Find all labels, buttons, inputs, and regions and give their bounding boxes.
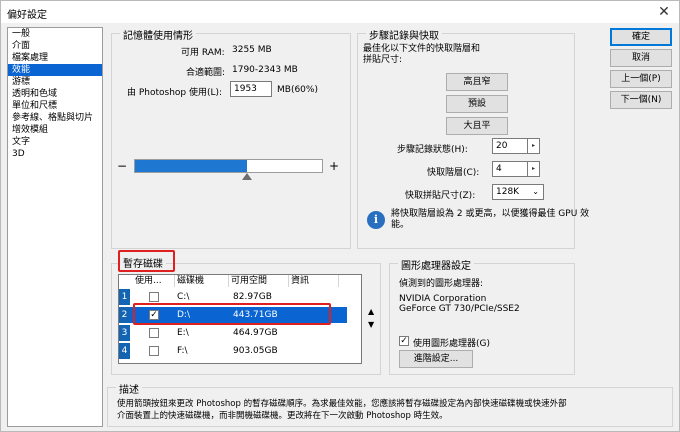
range-label: 合適範圍:: [186, 68, 226, 78]
big-flat-button[interactable]: 大且平: [446, 117, 508, 135]
sidebar-item[interactable]: 參考線、格點與切片: [8, 112, 102, 124]
sidebar-item[interactable]: 增效模組: [8, 124, 102, 136]
memory-usage-group: 記憶體使用情形: [111, 27, 351, 249]
column-header[interactable]: 使用...: [133, 275, 175, 287]
chevron-down-icon: ⌄: [532, 187, 539, 196]
cache-levels-input[interactable]: 4: [492, 161, 528, 177]
use-drive-checkbox[interactable]: [149, 328, 159, 338]
optimize-text: 最佳化以下文件的快取階層和 拼貼尺寸:: [363, 44, 481, 65]
slider-plus-icon[interactable]: +: [329, 159, 339, 173]
cache-levels-spin-icon[interactable]: ▸: [528, 161, 540, 177]
history-legend: 步驟記錄與快取: [366, 27, 442, 42]
ram-label: 可用 RAM:: [181, 48, 225, 58]
range-value: 1790-2343 MB: [232, 65, 298, 75]
tile-size-select[interactable]: 128K ⌄: [492, 184, 544, 200]
history-states-input[interactable]: 20: [492, 138, 528, 154]
memory-legend: 記憶體使用情形: [120, 27, 196, 42]
drive-name: C:\: [177, 292, 190, 302]
window-title: 偏好設定: [7, 10, 47, 21]
selected-row-highlight: [133, 303, 331, 325]
next-button[interactable]: 下一個(N): [610, 91, 672, 109]
sidebar-item[interactable]: 介面: [8, 40, 102, 52]
table-row[interactable]: 4 F:\ 903.05GB: [119, 343, 347, 359]
use-label: 由 Photoshop 使用(L):: [127, 88, 223, 98]
prev-button[interactable]: 上一個(P): [610, 70, 672, 88]
slider-minus-icon[interactable]: −: [117, 159, 127, 173]
default-button[interactable]: 預設: [446, 95, 508, 113]
advanced-settings-button[interactable]: 進階設定...: [399, 350, 473, 368]
column-header[interactable]: 磁碟機: [175, 275, 229, 287]
cancel-button[interactable]: 取消: [610, 49, 672, 67]
tile-size-label: 快取拼貼尺寸(Z):: [405, 191, 476, 201]
description-legend: 描述: [116, 381, 142, 396]
memory-use-input[interactable]: 1953: [230, 81, 272, 97]
sidebar-item[interactable]: 一般: [8, 28, 102, 40]
column-header[interactable]: 資訊: [289, 275, 339, 287]
drive-name: F:\: [177, 346, 188, 356]
gpu-vendor: NVIDIA Corporation: [399, 294, 487, 304]
history-states-spin-icon[interactable]: ▸: [528, 138, 540, 154]
table-row[interactable]: 3 E:\ 464.97GB: [119, 325, 347, 341]
row-number: 2: [119, 307, 130, 323]
title-bar: 偏好設定 ✕: [1, 1, 679, 23]
free-space: 464.97GB: [233, 328, 278, 338]
free-space: 82.97GB: [233, 292, 272, 302]
history-states-label: 步驟記錄狀態(H):: [397, 145, 468, 155]
row-number: 4: [119, 343, 130, 359]
category-list: 一般 介面 檔案處理 效能 游標 透明和色域 單位和尺標 參考線、格點與切片 增效模組 文字 3D: [7, 27, 103, 427]
use-drive-checkbox[interactable]: [149, 346, 159, 356]
memory-slider-track[interactable]: [134, 159, 323, 173]
sidebar-item[interactable]: 3D: [8, 148, 102, 160]
use-gpu-checkbox[interactable]: ✓: [399, 336, 409, 346]
ram-value: 3255 MB: [232, 45, 272, 55]
free-space: 903.05GB: [233, 346, 278, 356]
sidebar-item[interactable]: 單位和尺標: [8, 100, 102, 112]
close-icon[interactable]: ✕: [655, 3, 673, 21]
use-gpu-label: 使用圖形處理器(G): [413, 339, 490, 349]
drive-name: E:\: [177, 328, 189, 338]
scratch-legend-highlight: [118, 250, 175, 272]
row-number: 1: [119, 289, 130, 305]
memory-slider-thumb[interactable]: [242, 173, 252, 180]
ok-button[interactable]: 確定: [610, 28, 672, 46]
tile-size-value: 128K: [496, 187, 520, 197]
detected-gpu-label: 偵測到的圖形處理器:: [399, 279, 484, 289]
description-line-2: 介面裝置上的快速磁碟機，而非開機磁碟機。更改將在下一次啟動 Photoshop …: [117, 411, 448, 421]
cache-levels-label: 快取階層(C):: [427, 168, 480, 178]
description-line-1: 使用箭頭按鈕來更改 Photoshop 的暫存磁碟順序。為求最佳效能，您應該將暫…: [117, 399, 567, 409]
column-header[interactable]: 可用空間: [229, 275, 289, 287]
use-drive-checkbox[interactable]: [149, 292, 159, 302]
move-up-icon[interactable]: ▲: [368, 307, 374, 316]
sidebar-item[interactable]: 文字: [8, 136, 102, 148]
preferences-dialog: 偏好設定 ✕ 一般 介面 檔案處理 效能 游標 透明和色域 單位和尺標 參考線、格點與切片 增效…: [0, 0, 680, 432]
info-icon: i: [367, 211, 385, 229]
gpu-model: GeForce GT 730/PCIe/SSE2: [399, 304, 520, 314]
sidebar-item[interactable]: 游標: [8, 76, 102, 88]
sidebar-item[interactable]: 效能: [8, 64, 102, 76]
memory-slider-fill: [135, 160, 247, 172]
move-down-icon[interactable]: ▼: [368, 320, 374, 329]
gpu-info-text: 將快取階層設為 2 或更高，以便獲得最佳 GPU 效能。: [391, 209, 590, 230]
row-number: 3: [119, 325, 130, 341]
sidebar-item[interactable]: 檔案處理: [8, 52, 102, 64]
tall-thin-button[interactable]: 高且窄: [446, 73, 508, 91]
gpu-legend: 圖形處理器設定: [398, 257, 474, 272]
memory-use-unit: MB(60%): [277, 85, 318, 95]
sidebar-item[interactable]: 透明和色域: [8, 88, 102, 100]
